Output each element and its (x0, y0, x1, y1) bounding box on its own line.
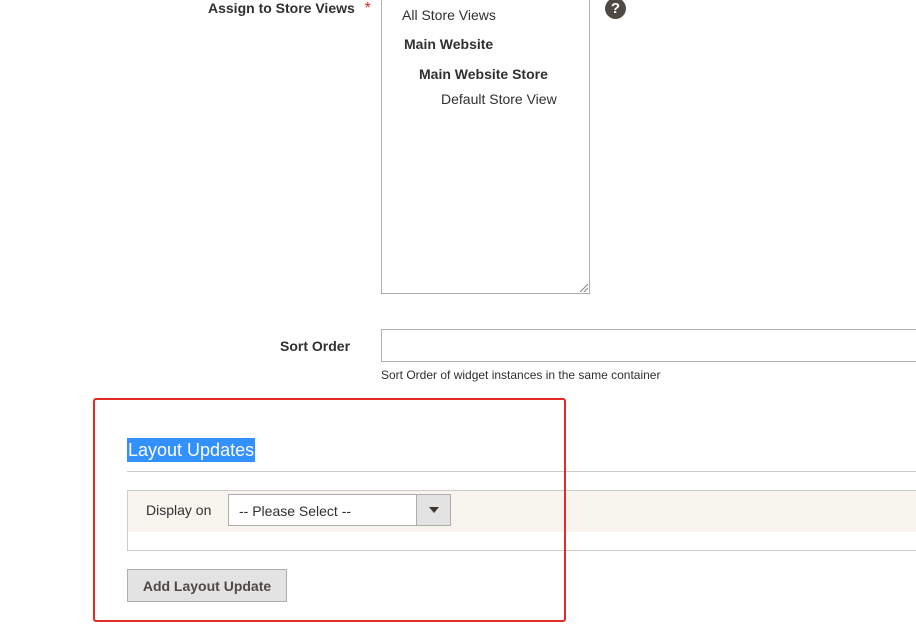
display-on-label: Display on (146, 502, 212, 518)
layout-updates-title: Layout Updates (127, 438, 256, 462)
display-on-select-value: -- Please Select -- (239, 503, 352, 519)
layout-update-row: Display on -- Please Select -- (128, 491, 916, 532)
widget-instance-form: Assign to Store Views * All Store Views … (0, 0, 916, 640)
store-view-option-all[interactable]: All Store Views (402, 7, 496, 23)
resize-grip-icon[interactable] (580, 284, 588, 292)
store-view-option-main-website: Main Website (404, 36, 494, 52)
layout-update-container: Display on -- Please Select -- (127, 490, 916, 551)
store-views-label-text: Assign to Store Views (208, 0, 355, 16)
dropdown-toggle[interactable] (416, 495, 450, 525)
section-divider (127, 471, 916, 472)
help-icon[interactable]: ? (605, 0, 626, 19)
add-layout-update-button[interactable]: Add Layout Update (127, 569, 287, 602)
sort-order-label: Sort Order (280, 338, 351, 354)
required-asterisk: * (364, 0, 371, 17)
store-views-label: Assign to Store Views * (208, 0, 371, 18)
store-view-option-default[interactable]: Default Store View (441, 91, 557, 107)
sort-order-note: Sort Order of widget instances in the sa… (381, 368, 661, 382)
chevron-down-icon (429, 507, 439, 513)
store-views-multiselect[interactable]: All Store Views Main Website Main Websit… (381, 0, 590, 294)
display-on-select[interactable]: -- Please Select -- (228, 494, 451, 526)
store-view-option-main-website-store: Main Website Store (419, 66, 548, 82)
sort-order-input[interactable] (381, 329, 916, 362)
